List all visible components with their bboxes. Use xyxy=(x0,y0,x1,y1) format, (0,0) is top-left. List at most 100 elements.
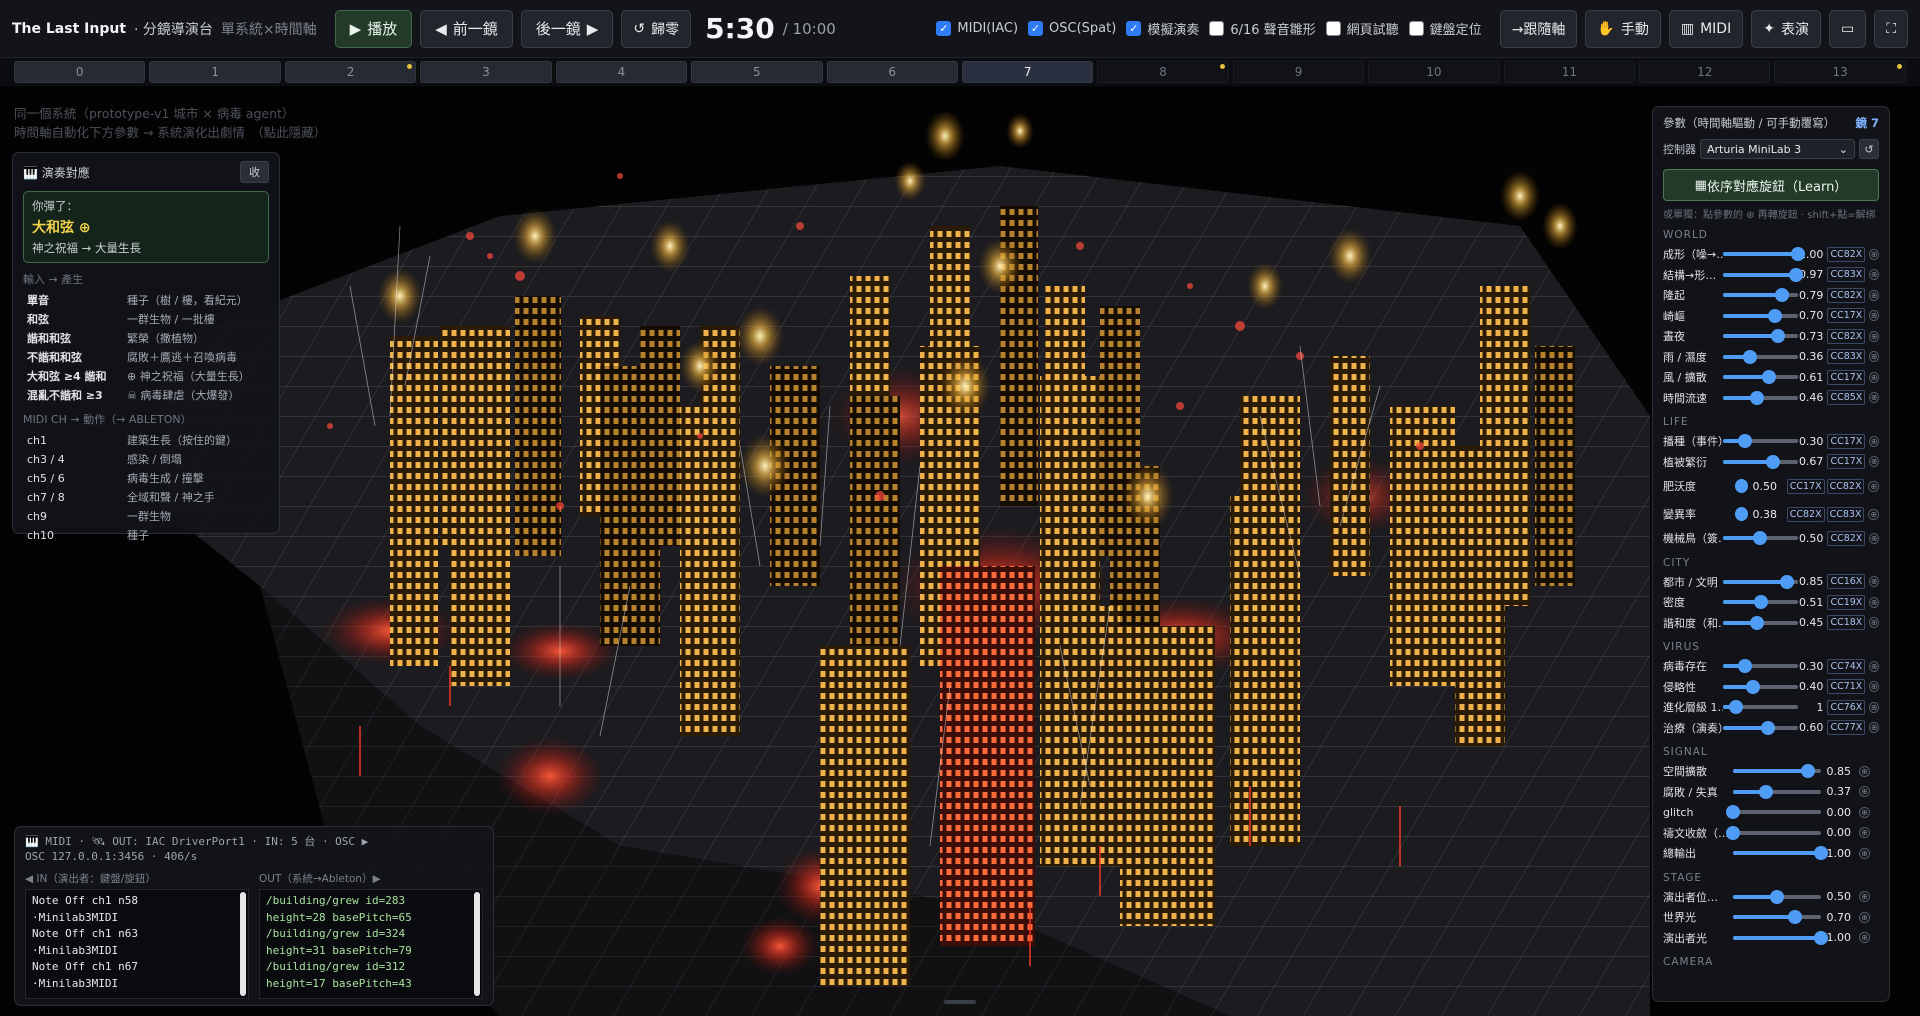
toggle-5[interactable]: 鍵盤定位 xyxy=(1408,19,1482,38)
shot-4[interactable]: 4 xyxy=(555,61,688,83)
param-slider[interactable] xyxy=(1722,370,1798,385)
bottom-drag-handle[interactable] xyxy=(944,1000,976,1004)
slider-knob[interactable] xyxy=(1728,700,1743,715)
cc-badge[interactable]: CC82X xyxy=(1827,246,1866,262)
param-slider[interactable] xyxy=(1722,574,1798,589)
scene-hint[interactable]: 同一個系統（prototype-v1 城市 × 病毒 agent） 時間軸自動化… xyxy=(14,104,326,142)
learn-target-icon[interactable]: ⊕ xyxy=(1869,660,1879,672)
learn-target-icon[interactable]: ⊕ xyxy=(1869,576,1879,588)
slider-knob[interactable] xyxy=(1745,679,1760,694)
slider-knob[interactable] xyxy=(1750,390,1765,405)
cc-badge[interactable]: CC71X xyxy=(1827,679,1866,695)
param-slider[interactable] xyxy=(1722,595,1798,610)
shot-1[interactable]: 1 xyxy=(149,61,281,83)
param-slider[interactable] xyxy=(1722,720,1798,735)
shot-7[interactable]: 7 xyxy=(961,61,1094,83)
param-slider[interactable] xyxy=(1722,267,1803,282)
learn-target-icon[interactable]: ⊕ xyxy=(1869,371,1879,383)
play-button[interactable]: ▶ 播放 xyxy=(334,9,413,48)
slider-knob[interactable] xyxy=(1788,267,1803,282)
cc-badge[interactable]: CC17X xyxy=(1827,308,1866,324)
learn-target-icon[interactable]: ⊕ xyxy=(1869,330,1879,342)
learn-target-icon[interactable]: ⊕ xyxy=(1869,351,1879,363)
shot-2[interactable]: 2 xyxy=(284,61,417,83)
shot-10[interactable]: 10 xyxy=(1368,61,1500,83)
param-knob[interactable] xyxy=(1735,507,1749,521)
next-shot-button[interactable]: 後一鏡 ▶ xyxy=(520,9,614,48)
toggle-3[interactable]: 6/16 聲音雛形 xyxy=(1209,19,1316,38)
controller-select[interactable]: Arturia MiniLab 3 ⌄ xyxy=(1700,139,1855,159)
slider-knob[interactable] xyxy=(1760,720,1775,735)
controller-refresh-button[interactable]: ↺ xyxy=(1859,139,1879,159)
checkbox-checked-icon[interactable]: ✓ xyxy=(936,21,952,36)
param-slider[interactable] xyxy=(1722,531,1798,546)
fullscreen-button[interactable]: ⛶ xyxy=(1874,9,1908,48)
shot-12[interactable]: 12 xyxy=(1639,61,1771,83)
param-slider[interactable] xyxy=(1722,390,1798,405)
cc-badge[interactable]: CC17X xyxy=(1827,433,1866,449)
slider-knob[interactable] xyxy=(1726,825,1740,840)
cc-badge[interactable]: CC17X xyxy=(1827,454,1866,470)
shot-9[interactable]: 9 xyxy=(1232,61,1365,83)
param-slider[interactable] xyxy=(1733,910,1821,925)
slider-knob[interactable] xyxy=(1800,764,1815,779)
checkbox-checked-icon[interactable]: ✓ xyxy=(1028,21,1044,36)
slider-knob[interactable] xyxy=(1814,930,1828,945)
cc-badge[interactable]: CC76X xyxy=(1827,699,1866,715)
learn-target-icon[interactable]: ⊕ xyxy=(1869,681,1879,693)
param-slider[interactable] xyxy=(1722,308,1798,323)
in-log[interactable]: Note Off ch1 n58 ·Minilab3MIDI Note Off c… xyxy=(25,889,249,999)
shot-5[interactable]: 5 xyxy=(691,61,823,83)
learn-target-icon[interactable]: ⊕ xyxy=(1869,456,1879,468)
slider-knob[interactable] xyxy=(1742,349,1757,364)
cc-badge[interactable]: CC82X xyxy=(1826,478,1865,494)
param-slider[interactable] xyxy=(1722,349,1798,364)
param-slider[interactable] xyxy=(1733,889,1821,904)
cc-badge[interactable]: CC83X xyxy=(1826,506,1865,522)
learn-target-icon[interactable]: ⊕ xyxy=(1868,508,1879,520)
learn-target-icon[interactable]: ⊕ xyxy=(1859,806,1870,818)
cc-badge[interactable]: CC83X xyxy=(1827,267,1866,283)
checkbox-icon[interactable] xyxy=(1325,21,1341,36)
slider-knob[interactable] xyxy=(1779,574,1794,589)
param-slider[interactable] xyxy=(1722,679,1798,694)
shot-6[interactable]: 6 xyxy=(826,61,958,83)
midi-button[interactable]: ▥ MIDI xyxy=(1668,9,1744,48)
slider-knob[interactable] xyxy=(1770,889,1784,904)
cc-badge[interactable]: CC82X xyxy=(1827,530,1866,546)
checkbox-icon[interactable] xyxy=(1209,21,1225,36)
slider-knob[interactable] xyxy=(1758,784,1773,799)
param-slider[interactable] xyxy=(1726,825,1821,840)
slider-knob[interactable] xyxy=(1749,615,1764,630)
param-knob[interactable] xyxy=(1735,479,1749,493)
checkbox-checked-icon[interactable]: ✓ xyxy=(1126,21,1142,36)
cc-badge[interactable]: CC85X xyxy=(1827,390,1866,406)
cc-badge[interactable]: CC82X xyxy=(1827,287,1866,303)
cc-badge[interactable]: CC83X xyxy=(1827,349,1866,365)
checkbox-icon[interactable] xyxy=(1408,21,1424,36)
in-log-scrollbar[interactable] xyxy=(240,892,246,996)
param-slider[interactable] xyxy=(1722,700,1798,715)
toggle-2[interactable]: ✓ 模擬演奏 xyxy=(1126,19,1199,38)
slider-knob[interactable] xyxy=(1726,805,1740,820)
param-slider[interactable] xyxy=(1722,247,1805,262)
learn-target-icon[interactable]: ⊕ xyxy=(1869,617,1879,629)
slider-knob[interactable] xyxy=(1738,659,1753,674)
slider-knob[interactable] xyxy=(1766,454,1781,469)
param-slider[interactable] xyxy=(1733,930,1828,945)
cc-badge[interactable]: CC77X xyxy=(1827,720,1866,736)
slider-knob[interactable] xyxy=(1790,247,1805,262)
learn-target-icon[interactable]: ⊕ xyxy=(1869,532,1879,544)
toggle-1[interactable]: ✓ OSC(Spat) xyxy=(1028,19,1116,38)
learn-target-icon[interactable]: ⊕ xyxy=(1869,701,1879,713)
shot-8[interactable]: 8 xyxy=(1097,61,1229,83)
param-slider[interactable] xyxy=(1722,454,1798,469)
slider-knob[interactable] xyxy=(1787,910,1802,925)
param-slider[interactable] xyxy=(1722,329,1798,344)
collapse-button[interactable]: 收 xyxy=(240,161,269,183)
learn-target-icon[interactable]: ⊕ xyxy=(1859,891,1870,903)
cc-badge[interactable]: CC82X xyxy=(1786,506,1825,522)
learn-target-icon[interactable]: ⊕ xyxy=(1859,765,1870,777)
shot-11[interactable]: 11 xyxy=(1503,61,1636,83)
learn-target-icon[interactable]: ⊕ xyxy=(1869,435,1879,447)
